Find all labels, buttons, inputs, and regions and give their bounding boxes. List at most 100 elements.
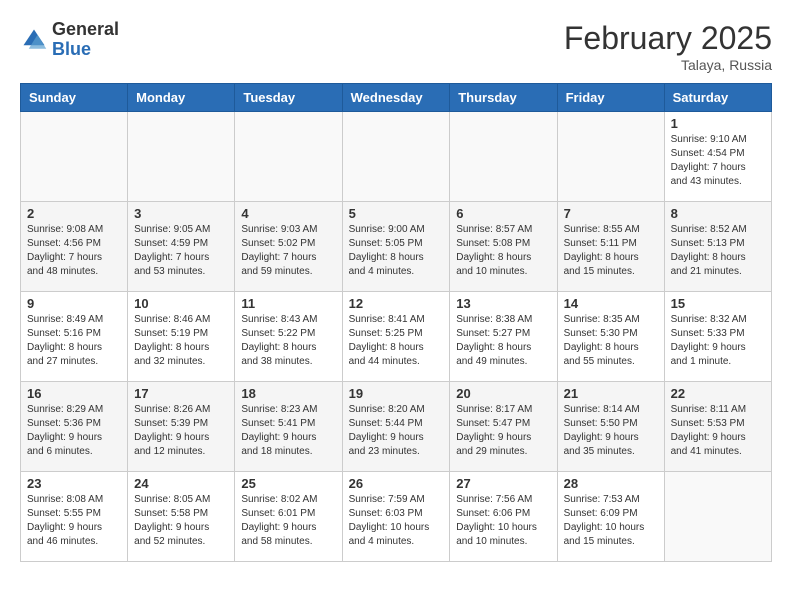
day-number: 14 [564,296,658,311]
day-info: Sunrise: 8:29 AM Sunset: 5:36 PM Dayligh… [27,403,121,459]
day-number: 7 [564,206,658,221]
day-header-friday: Friday [557,84,664,112]
calendar-cell: 7 Sunrise: 8:55 AM Sunset: 5:11 PM Daylig… [557,202,664,292]
day-info: Sunrise: 8:49 AM Sunset: 5:16 PM Dayligh… [27,313,121,369]
day-number: 19 [349,386,444,401]
calendar-cell [21,112,128,202]
calendar-cell: 3 Sunrise: 9:05 AM Sunset: 4:59 PM Daylig… [128,202,235,292]
day-header-sunday: Sunday [21,84,128,112]
day-number: 23 [27,476,121,491]
day-info: Sunrise: 8:17 AM Sunset: 5:47 PM Dayligh… [456,403,550,459]
calendar-cell: 9 Sunrise: 8:49 AM Sunset: 5:16 PM Daylig… [21,292,128,382]
day-info: Sunrise: 9:03 AM Sunset: 5:02 PM Dayligh… [241,223,335,279]
day-header-wednesday: Wednesday [342,84,450,112]
day-info: Sunrise: 7:56 AM Sunset: 6:06 PM Dayligh… [456,493,550,549]
day-info: Sunrise: 8:35 AM Sunset: 5:30 PM Dayligh… [564,313,658,369]
day-number: 4 [241,206,335,221]
calendar-cell: 14 Sunrise: 8:35 AM Sunset: 5:30 PM Dayli… [557,292,664,382]
logo-blue-text: Blue [52,40,119,60]
calendar-cell: 4 Sunrise: 9:03 AM Sunset: 5:02 PM Daylig… [235,202,342,292]
day-info: Sunrise: 8:05 AM Sunset: 5:58 PM Dayligh… [134,493,228,549]
week-row-1: 2Sunrise: 9:08 AM Sunset: 4:56 PM Daylig… [21,202,772,292]
week-row-0: 1 Sunrise: 9:10 AM Sunset: 4:54 PM Daylig… [21,112,772,202]
logo-text: General Blue [52,20,119,60]
day-info: Sunrise: 7:59 AM Sunset: 6:03 PM Dayligh… [349,493,444,549]
page-header: General Blue February 2025 Talaya, Russi… [20,20,772,73]
day-number: 3 [134,206,228,221]
day-number: 9 [27,296,121,311]
day-info: Sunrise: 8:55 AM Sunset: 5:11 PM Dayligh… [564,223,658,279]
day-info: Sunrise: 8:32 AM Sunset: 5:33 PM Dayligh… [671,313,765,369]
day-info: Sunrise: 7:53 AM Sunset: 6:09 PM Dayligh… [564,493,658,549]
day-number: 12 [349,296,444,311]
logo-general-text: General [52,20,119,40]
calendar-cell: 19 Sunrise: 8:20 AM Sunset: 5:44 PM Dayli… [342,382,450,472]
day-number: 21 [564,386,658,401]
day-number: 26 [349,476,444,491]
logo-icon [20,26,48,54]
calendar-cell: 24 Sunrise: 8:05 AM Sunset: 5:58 PM Dayli… [128,472,235,562]
day-info: Sunrise: 8:46 AM Sunset: 5:19 PM Dayligh… [134,313,228,369]
title-block: February 2025 Talaya, Russia [564,20,772,73]
day-number: 18 [241,386,335,401]
day-info: Sunrise: 8:52 AM Sunset: 5:13 PM Dayligh… [671,223,765,279]
calendar-cell: 17 Sunrise: 8:26 AM Sunset: 5:39 PM Dayli… [128,382,235,472]
day-info: Sunrise: 9:08 AM Sunset: 4:56 PM Dayligh… [27,223,121,279]
calendar-cell [342,112,450,202]
calendar-cell: 5 Sunrise: 9:00 AM Sunset: 5:05 PM Daylig… [342,202,450,292]
day-info: Sunrise: 9:05 AM Sunset: 4:59 PM Dayligh… [134,223,228,279]
day-info: Sunrise: 8:02 AM Sunset: 6:01 PM Dayligh… [241,493,335,549]
calendar-cell: 21 Sunrise: 8:14 AM Sunset: 5:50 PM Dayli… [557,382,664,472]
day-number: 15 [671,296,765,311]
day-header-saturday: Saturday [664,84,771,112]
day-info: Sunrise: 9:00 AM Sunset: 5:05 PM Dayligh… [349,223,444,279]
day-info: Sunrise: 8:20 AM Sunset: 5:44 PM Dayligh… [349,403,444,459]
calendar-cell [450,112,557,202]
day-number: 8 [671,206,765,221]
calendar-cell [664,472,771,562]
day-info: Sunrise: 9:10 AM Sunset: 4:54 PM Dayligh… [671,133,765,189]
day-info: Sunrise: 8:38 AM Sunset: 5:27 PM Dayligh… [456,313,550,369]
day-info: Sunrise: 8:11 AM Sunset: 5:53 PM Dayligh… [671,403,765,459]
calendar-cell: 2Sunrise: 9:08 AM Sunset: 4:56 PM Daylig… [21,202,128,292]
calendar-cell: 1 Sunrise: 9:10 AM Sunset: 4:54 PM Daylig… [664,112,771,202]
calendar-cell: 28Sunrise: 7:53 AM Sunset: 6:09 PM Dayli… [557,472,664,562]
day-number: 24 [134,476,228,491]
calendar-cell [128,112,235,202]
day-header-tuesday: Tuesday [235,84,342,112]
day-header-thursday: Thursday [450,84,557,112]
month-title: February 2025 [564,20,772,57]
calendar-cell: 16Sunrise: 8:29 AM Sunset: 5:36 PM Dayli… [21,382,128,472]
day-number: 1 [671,116,765,131]
calendar-cell: 6Sunrise: 8:57 AM Sunset: 5:08 PM Daylig… [450,202,557,292]
calendar-cell: 13 Sunrise: 8:38 AM Sunset: 5:27 PM Dayli… [450,292,557,382]
calendar-table: SundayMondayTuesdayWednesdayThursdayFrid… [20,83,772,562]
calendar-cell: 8 Sunrise: 8:52 AM Sunset: 5:13 PM Daylig… [664,202,771,292]
location: Talaya, Russia [564,57,772,73]
calendar-cell: 12 Sunrise: 8:41 AM Sunset: 5:25 PM Dayli… [342,292,450,382]
day-info: Sunrise: 8:41 AM Sunset: 5:25 PM Dayligh… [349,313,444,369]
calendar-cell: 22 Sunrise: 8:11 AM Sunset: 5:53 PM Dayli… [664,382,771,472]
week-row-2: 9 Sunrise: 8:49 AM Sunset: 5:16 PM Daylig… [21,292,772,382]
calendar-cell [557,112,664,202]
day-number: 6 [456,206,550,221]
day-number: 17 [134,386,228,401]
day-number: 25 [241,476,335,491]
day-number: 22 [671,386,765,401]
day-number: 13 [456,296,550,311]
day-header-monday: Monday [128,84,235,112]
day-info: Sunrise: 8:14 AM Sunset: 5:50 PM Dayligh… [564,403,658,459]
calendar-cell [235,112,342,202]
calendar-cell: 27Sunrise: 7:56 AM Sunset: 6:06 PM Dayli… [450,472,557,562]
week-row-3: 16Sunrise: 8:29 AM Sunset: 5:36 PM Dayli… [21,382,772,472]
logo: General Blue [20,20,119,60]
week-row-4: 23Sunrise: 8:08 AM Sunset: 5:55 PM Dayli… [21,472,772,562]
calendar-cell: 20 Sunrise: 8:17 AM Sunset: 5:47 PM Dayli… [450,382,557,472]
day-number: 5 [349,206,444,221]
calendar-cell: 15 Sunrise: 8:32 AM Sunset: 5:33 PM Dayli… [664,292,771,382]
calendar-cell: 18Sunrise: 8:23 AM Sunset: 5:41 PM Dayli… [235,382,342,472]
day-number: 20 [456,386,550,401]
day-number: 11 [241,296,335,311]
day-info: Sunrise: 8:26 AM Sunset: 5:39 PM Dayligh… [134,403,228,459]
calendar-header-row: SundayMondayTuesdayWednesdayThursdayFrid… [21,84,772,112]
